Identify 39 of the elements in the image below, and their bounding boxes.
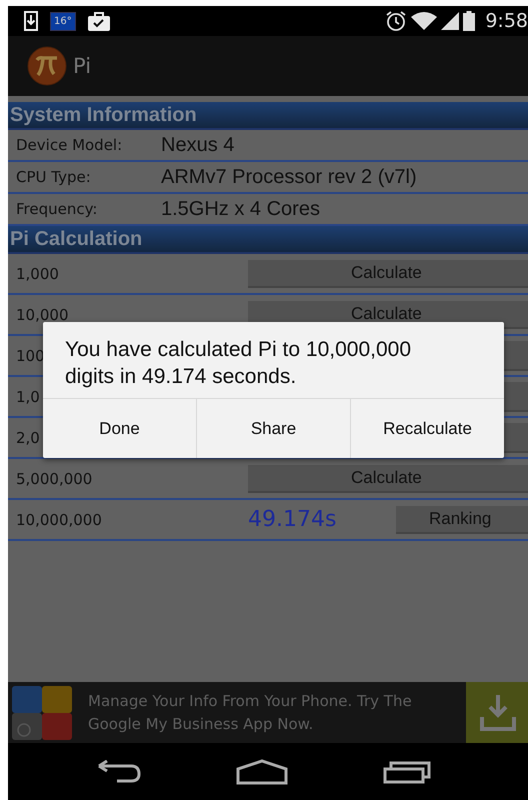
digits-label: 1,000 [16,265,59,283]
dialog-button[interactable]: Done [43,399,196,458]
digits-label: 5,000,000 [16,470,92,488]
alarm-clock-icon [385,10,408,32]
dialog-button[interactable]: Recalculate [350,399,504,458]
recent-apps-icon[interactable] [382,760,431,784]
ad-text: Manage Your Info From Your Phone. Try The Google My Business App Now. [87,690,413,734]
pi-logo-icon [27,46,67,86]
signal-icon [441,11,460,31]
battery-icon [463,11,476,31]
section-header: Pi Calculation [8,226,528,254]
wifi-icon [411,11,438,31]
dialog-message: You have calculated Pi to 10,000,000 digits in 49.174 seconds. [43,322,504,399]
briefcase-check-icon [88,11,110,31]
info-value: 1.5GHz x 4 Cores [161,198,320,220]
download-icon [480,692,516,732]
info-value: ARMv7 Processor rev 2 (v7l) [161,166,417,188]
calculate-button[interactable]: Calculate [248,260,528,288]
home-icon[interactable] [236,758,288,784]
info-label: Frequency: [15,200,98,218]
digits-label: 10,000,000 [16,511,102,529]
section-header: System Information [8,102,528,130]
calculate-button[interactable]: Calculate [248,464,528,492]
info-label: CPU Type: [15,168,92,186]
ranking-button[interactable]: Ranking [396,506,528,534]
info-value: Nexus 4 [161,134,234,156]
digits-label: 10,000 [16,306,68,324]
app-logo-icon [10,684,74,742]
app-title: Pi [73,54,92,78]
digits-label: 2,0 [16,429,40,447]
back-icon[interactable] [95,760,142,784]
download-icon [24,11,38,31]
result-time: 49.174s [248,507,338,532]
info-label: Device Model: [15,136,124,154]
dialog-button[interactable]: Share [196,399,350,458]
digits-label: 1,0 [16,388,40,406]
weather-badge: 16° [50,12,76,30]
digits-label: 100 [16,347,45,365]
clock-time: 9:58 [485,10,528,32]
